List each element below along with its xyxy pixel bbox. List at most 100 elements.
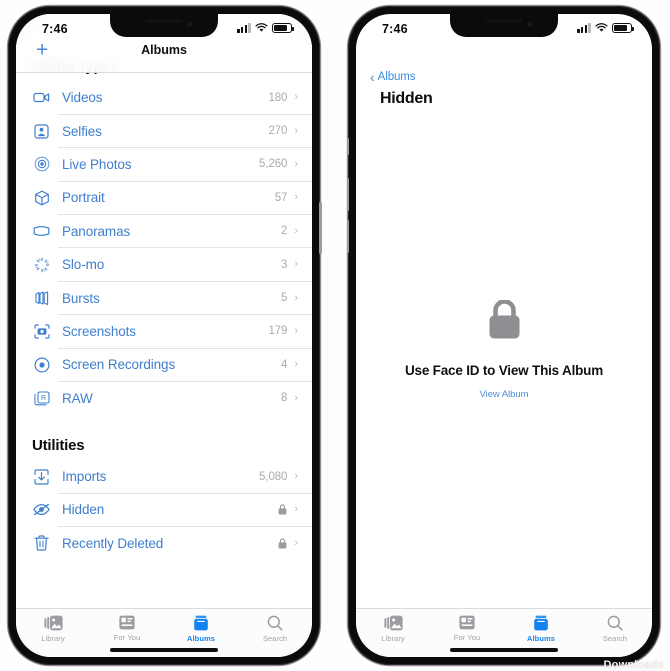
watermark-text: Downloads (603, 659, 664, 671)
hidden-eye-icon (32, 500, 51, 519)
cellular-bars-icon (237, 23, 251, 33)
list-item-videos[interactable]: Videos 180 › (16, 81, 312, 115)
list-item-panoramas[interactable]: Panoramas 2 › (16, 215, 312, 249)
volume-down-button[interactable] (346, 220, 349, 253)
volume-up-button[interactable] (346, 178, 349, 211)
chevron-right-icon: › (294, 503, 298, 516)
svg-text:R: R (40, 395, 45, 402)
list-item-count: 180 (268, 91, 288, 104)
list-item-count: 2 (281, 225, 288, 238)
chevron-right-icon: › (294, 91, 298, 104)
list-item-label: Hidden (62, 502, 105, 518)
tab-search[interactable]: Search (578, 609, 652, 657)
chevron-right-icon: › (294, 324, 298, 337)
tab-library[interactable]: Library (356, 609, 430, 657)
screenshot-canvas: 7:46 Media Types (0, 0, 670, 671)
chevron-right-icon: › (294, 157, 298, 170)
view-album-link[interactable]: View Album (480, 389, 529, 400)
lock-closed-icon (488, 299, 521, 345)
earpiece-speaker (485, 19, 523, 23)
notch (110, 14, 218, 37)
list-item-label: Videos (62, 90, 103, 106)
albums-book-icon (193, 615, 209, 631)
selfie-person-icon (32, 122, 51, 141)
chevron-right-icon: › (294, 470, 298, 483)
list-item-label: Panoramas (62, 223, 131, 239)
back-button[interactable]: ‹ Albums (370, 69, 416, 85)
list-item-portrait[interactable]: Portrait 57 › (16, 181, 312, 215)
battery-icon (612, 23, 635, 33)
tab-search[interactable]: Search (238, 609, 312, 657)
left-phone-device: 7:46 Media Types (8, 6, 322, 665)
front-camera-icon (187, 22, 192, 27)
tab-label: Search (262, 634, 288, 643)
list-item-recently-deleted[interactable]: Recently Deleted › (16, 527, 312, 560)
list-item-label: RAW (62, 390, 93, 406)
chevron-right-icon: › (294, 291, 298, 304)
mute-switch[interactable] (346, 138, 349, 155)
status-indicators (577, 23, 635, 33)
list-item-count: 57 (274, 191, 288, 204)
albums-book-icon (533, 615, 549, 631)
cellular-bars-icon (577, 23, 591, 33)
trash-icon (32, 534, 51, 553)
tab-label: Library (381, 634, 405, 643)
list-item-label: Selfies (62, 123, 102, 139)
wifi-icon (255, 23, 268, 32)
chevron-right-icon: › (294, 191, 298, 204)
tab-label: For You (453, 633, 481, 642)
back-button-label: Albums (377, 71, 416, 83)
chevron-left-icon: ‹ (370, 69, 375, 85)
list-item-count: 270 (268, 125, 288, 138)
list-item-label: Screen Recordings (62, 357, 176, 373)
list-item-imports[interactable]: Imports 5,080 › (16, 460, 312, 494)
list-item-raw[interactable]: R RAW 8 › (16, 382, 312, 415)
section-header-utilities: Utilities (32, 436, 85, 454)
locked-album-state: Use Face ID to View This Album View Albu… (356, 299, 652, 400)
tab-label: Search (602, 634, 628, 643)
import-icon (32, 467, 51, 486)
lock-closed-icon (278, 538, 287, 549)
tab-label: Albums (526, 634, 556, 643)
tab-label: Library (41, 634, 65, 643)
list-item-live-photos[interactable]: Live Photos 5,260 › (16, 148, 312, 182)
left-phone-screen: 7:46 Media Types (16, 14, 312, 657)
tab-label: Albums (186, 634, 216, 643)
chevron-right-icon: › (294, 358, 298, 371)
list-item-bursts[interactable]: Bursts 5 › (16, 281, 312, 316)
screen-recording-icon (32, 355, 51, 374)
list-item-selfies[interactable]: Selfies 270 › (16, 114, 312, 149)
list-item-count: 5,080 (259, 470, 288, 483)
power-button[interactable] (319, 202, 322, 254)
home-indicator[interactable] (110, 648, 218, 652)
home-indicator[interactable] (450, 648, 558, 652)
page-title: Albums (141, 43, 187, 57)
list-item-label: Slo-mo (62, 257, 105, 273)
list-item-hidden[interactable]: Hidden › (16, 493, 312, 528)
tab-library[interactable]: Library (16, 609, 90, 657)
library-photos-icon (43, 615, 63, 631)
panorama-icon (32, 222, 51, 241)
albums-list-scroll[interactable]: Media Types Videos 180 › Selfies (16, 14, 312, 609)
list-item-screen-recordings[interactable]: Screen Recordings 4 › (16, 348, 312, 382)
list-item-count: 5 (281, 292, 288, 305)
wifi-icon (595, 23, 608, 32)
video-camera-icon (32, 88, 51, 107)
battery-icon (272, 23, 295, 33)
list-item-screenshots[interactable]: Screenshots 179 › (16, 315, 312, 349)
albums-list: Media Types Videos 180 › Selfies (16, 58, 312, 560)
screenshot-icon (32, 322, 51, 341)
notch (450, 14, 558, 37)
list-item-count: 5,260 (259, 158, 288, 171)
list-item-label: Screenshots (62, 323, 136, 339)
for-you-card-icon (459, 615, 475, 630)
tab-label: For You (113, 633, 141, 642)
list-item-label: Imports (62, 469, 107, 485)
front-camera-icon (527, 22, 532, 27)
status-time: 7:46 (382, 22, 408, 36)
status-indicators (237, 23, 295, 33)
list-item-label: Portrait (62, 190, 105, 206)
list-item-slo-mo[interactable]: Slo-mo 3 › (16, 248, 312, 282)
lock-closed-icon (278, 504, 287, 515)
